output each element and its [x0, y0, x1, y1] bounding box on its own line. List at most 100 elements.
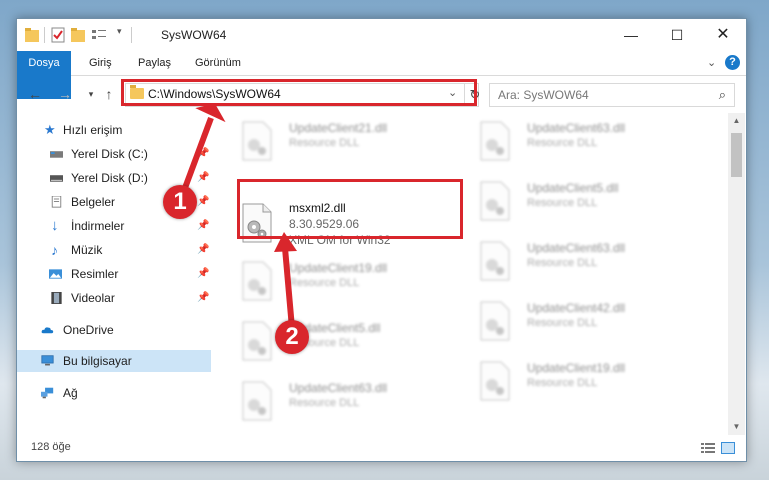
- maximize-button[interactable]: ☐: [654, 19, 700, 51]
- file-type: Resource DLL: [527, 317, 598, 329]
- customize-icon[interactable]: [91, 27, 107, 43]
- navigation-bar: ← → ▾ ↑ C:\Windows\SysWOW64 ⌄ ↻ Ara: Sys…: [17, 76, 746, 112]
- file-type: Resource DLL: [289, 397, 360, 409]
- cloud-icon: [41, 327, 54, 334]
- tab-paylas[interactable]: Paylaş: [138, 51, 171, 75]
- file-name: UpdateClient63.dll: [527, 121, 626, 135]
- close-button[interactable]: ✕: [700, 19, 746, 51]
- sidebar-item-label: Videolar: [71, 291, 115, 305]
- sidebar-item-label: İndirmeler: [71, 219, 125, 233]
- vertical-scrollbar[interactable]: ▲ ▼: [728, 113, 745, 435]
- file-name: UpdateClient63.dll: [527, 241, 626, 255]
- callout-badge-1: 1: [163, 185, 197, 219]
- search-placeholder: Ara: SysWOW64: [498, 88, 589, 102]
- status-bar: 128 öğe: [17, 437, 746, 461]
- help-icon[interactable]: ?: [725, 55, 740, 70]
- pictures-icon: [49, 269, 62, 279]
- sidebar-item-label: OneDrive: [63, 323, 114, 337]
- pin-icon[interactable]: 📌: [197, 239, 209, 261]
- dll-file-icon: [480, 181, 510, 221]
- pin-icon[interactable]: 📌: [197, 167, 209, 189]
- sidebar-item-onedrive[interactable]: OneDrive: [17, 319, 211, 341]
- dll-file-icon: [242, 121, 272, 161]
- scroll-down-button[interactable]: ▼: [728, 419, 745, 435]
- file-highlight-box: [237, 179, 463, 239]
- drive-icon: [50, 151, 63, 158]
- dll-file-icon: [480, 361, 510, 401]
- list-item[interactable]: UpdateClient5.dll Resource DLL: [479, 179, 699, 227]
- videos-icon: [51, 292, 62, 304]
- address-highlight-box: [121, 79, 477, 106]
- new-folder-icon[interactable]: [71, 27, 85, 43]
- file-list: UpdateClient21.dll Resource DLL msxml2.d…: [227, 113, 727, 435]
- minimize-button[interactable]: —: [608, 19, 654, 51]
- pin-icon[interactable]: 📌: [197, 215, 209, 237]
- file-type: Resource DLL: [527, 377, 598, 389]
- sidebar-item-disk-c[interactable]: Yerel Disk (C:) 📌: [17, 143, 211, 165]
- sidebar-item-videos[interactable]: Videolar 📌: [17, 287, 211, 309]
- sidebar-item-pictures[interactable]: Resimler 📌: [17, 263, 211, 285]
- file-type: Resource DLL: [527, 257, 598, 269]
- title-divider: [131, 27, 132, 43]
- sidebar-item-label: Bu bilgisayar: [63, 354, 132, 368]
- sidebar-item-label: Ağ: [63, 386, 78, 400]
- callout-badge-2: 2: [275, 320, 309, 354]
- list-item[interactable]: UpdateClient42.dll Resource DLL: [479, 299, 699, 347]
- pin-icon[interactable]: 📌: [197, 143, 209, 165]
- file-type: Resource DLL: [289, 277, 360, 289]
- sidebar-item-this-pc[interactable]: Bu bilgisayar: [17, 350, 211, 372]
- sidebar-item-label: Müzik: [71, 243, 103, 257]
- title-bar: ▾ SysWOW64 — ☐ ✕: [17, 19, 746, 51]
- documents-icon: [51, 196, 62, 208]
- file-type: Resource DLL: [527, 137, 598, 149]
- pin-icon[interactable]: 📌: [197, 191, 209, 213]
- file-name: UpdateClient42.dll: [527, 301, 626, 315]
- list-item[interactable]: UpdateClient21.dll Resource DLL: [241, 119, 461, 167]
- details-view-icon[interactable]: [701, 442, 715, 454]
- list-item[interactable]: UpdateClient19.dll Resource DLL: [479, 359, 699, 407]
- file-name: UpdateClient5.dll: [527, 181, 619, 195]
- sidebar-item-music[interactable]: ♪ Müzik 📌: [17, 239, 211, 261]
- forward-button[interactable]: →: [55, 84, 75, 104]
- download-icon: ↓: [51, 217, 59, 234]
- scroll-thumb[interactable]: [731, 133, 742, 177]
- pin-icon[interactable]: 📌: [197, 263, 209, 285]
- item-count: 128 öğe: [31, 441, 71, 453]
- dll-file-icon: [242, 261, 272, 301]
- properties-icon[interactable]: [51, 27, 65, 43]
- list-item[interactable]: UpdateClient63.dll Resource DLL: [241, 379, 461, 427]
- file-type: Resource DLL: [527, 197, 598, 209]
- recent-locations-button[interactable]: ▾: [81, 84, 101, 104]
- sidebar-item-label: Resimler: [71, 267, 119, 281]
- list-item[interactable]: UpdateClient63.dll Resource DLL: [479, 119, 699, 167]
- scroll-up-button[interactable]: ▲: [728, 113, 745, 129]
- computer-icon: [41, 355, 54, 366]
- up-button[interactable]: ↑: [99, 84, 119, 104]
- chevron-down-icon[interactable]: ▾: [117, 26, 122, 42]
- large-icons-view-icon[interactable]: [721, 442, 735, 454]
- file-name: UpdateClient63.dll: [289, 381, 388, 395]
- navigation-pane: ★ Hızlı erişim Yerel Disk (C:) 📌 Yerel D…: [17, 113, 211, 435]
- music-icon: ♪: [51, 242, 58, 258]
- search-input[interactable]: Ara: SysWOW64 ⌕: [489, 83, 735, 107]
- list-item[interactable]: UpdateClient63.dll Resource DLL: [479, 239, 699, 287]
- file-name: UpdateClient21.dll: [289, 121, 388, 135]
- tab-gorunum[interactable]: Görünüm: [195, 51, 241, 75]
- file-type: Resource DLL: [289, 137, 360, 149]
- sidebar-item-label: Belgeler: [71, 195, 116, 209]
- sidebar-item-network[interactable]: Ağ: [17, 382, 211, 404]
- list-item[interactable]: UpdateClient19.dll Resource DLL: [241, 259, 461, 307]
- file-name: UpdateClient19.dll: [289, 261, 388, 275]
- dll-file-icon: [242, 321, 272, 361]
- window-title: SysWOW64: [161, 28, 227, 42]
- search-icon[interactable]: ⌕: [719, 87, 726, 103]
- expand-ribbon-icon[interactable]: ⌄: [707, 55, 716, 71]
- network-icon: [41, 387, 54, 399]
- sidebar-item-label: Yerel Disk (D:): [71, 171, 148, 185]
- back-button[interactable]: ←: [25, 84, 45, 104]
- list-item[interactable]: UpdateClient5.dll Resource DLL: [241, 319, 461, 367]
- pin-icon[interactable]: 📌: [197, 287, 209, 309]
- dll-file-icon: [480, 301, 510, 341]
- sidebar-item-quick-access[interactable]: ★ Hızlı erişim: [17, 119, 211, 141]
- tab-giris[interactable]: Giriş: [89, 51, 112, 75]
